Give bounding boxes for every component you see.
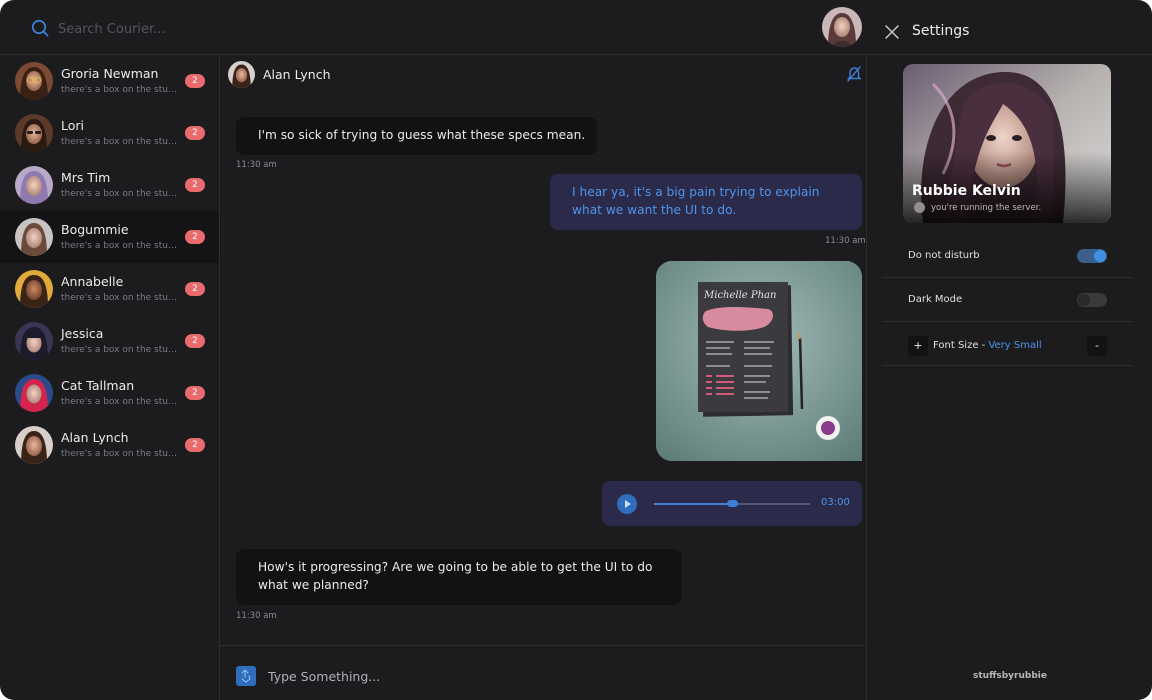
top-bar [0,0,868,55]
contact-item[interactable]: Jessica there's a box on the stuff... 2 [0,315,219,367]
contact-preview: there's a box on the stuff... [61,397,179,407]
audio-message: 03:00 [602,481,862,526]
setting-label: Dark Mode [908,294,963,305]
contact-avatar [15,114,53,152]
audio-progress-track[interactable] [654,500,810,507]
contact-item[interactable]: Mrs Tim there's a box on the stuff... 2 [0,159,219,211]
chat-contact-name: Alan Lynch [263,67,331,82]
image-message[interactable]: Michelle Phan [656,261,862,461]
contact-preview: there's a box on the stuff... [61,293,179,303]
contact-name: Annabelle [61,274,124,289]
setting-font-size: + Font Size - Very Small - [882,322,1133,366]
unread-badge: 2 [185,438,205,452]
messenger-app: Groria Newman there's a box on the stuff… [0,0,1152,700]
chat-contact-avatar[interactable] [228,61,255,88]
toggle-knob [1078,294,1090,306]
dark-mode-toggle[interactable] [1077,293,1107,307]
unread-badge: 2 [185,74,205,88]
contact-name: Bogummie [61,222,129,237]
contact-avatar [15,62,53,100]
contact-preview: there's a box on the stuff... [61,345,179,355]
contact-item[interactable]: Annabelle there's a box on the stuff... … [0,263,219,315]
do-not-disturb-toggle[interactable] [1077,249,1107,263]
brand-footer: stuffsbyrubbie [973,671,1047,681]
profile-card: Rubbie Kelvin you're running the server. [903,64,1111,223]
unread-badge: 2 [185,178,205,192]
unread-badge: 2 [185,282,205,296]
profile-status: you're running the server. [931,203,1042,213]
message-time: 11:30 am [236,160,277,170]
close-icon[interactable] [885,25,899,39]
font-size-text: Font Size - [933,340,989,351]
contact-name: Groria Newman [61,66,159,81]
toggle-knob [1094,250,1106,262]
contact-name: Cat Tallman [61,378,135,393]
message-time: 11:30 am [236,611,277,621]
message-composer [220,645,867,700]
incoming-message: I'm so sick of trying to guess what thes… [236,117,597,155]
contact-preview: there's a box on the stuff... [61,85,179,95]
contact-list: Groria Newman there's a box on the stuff… [0,55,220,700]
contact-preview: there's a box on the stuff... [61,189,179,199]
user-avatar[interactable] [822,7,862,47]
contact-avatar [15,270,53,308]
audio-scrubber[interactable] [727,500,738,507]
contact-avatar [15,426,53,464]
contact-name: Jessica [61,326,104,341]
message-input[interactable] [268,665,828,687]
chat-header: Alan Lynch [220,55,867,95]
profile-name: Rubbie Kelvin [912,183,1021,199]
font-size-value: Very Small [988,340,1042,351]
contact-item[interactable]: Groria Newman there's a box on the stuff… [0,55,219,107]
unread-badge: 2 [185,386,205,400]
contact-item-active[interactable]: Bogummie there's a box on the stuff... 2 [0,211,219,263]
play-icon[interactable] [617,494,637,514]
unread-badge: 2 [185,334,205,348]
contact-avatar [15,166,53,204]
contact-preview: there's a box on the stuff... [61,137,179,147]
resume-title: Michelle Phan [703,290,776,301]
unread-badge: 2 [185,230,205,244]
contact-item[interactable]: Lori there's a box on the stuff... 2 [0,107,219,159]
contact-preview: there's a box on the stuff... [61,449,179,459]
contact-avatar [15,218,53,256]
search-icon[interactable] [31,19,49,37]
font-size-increase-button[interactable]: + [908,336,928,356]
font-size-decrease-button[interactable]: - [1087,336,1107,356]
search-input[interactable] [58,18,358,40]
contact-name: Alan Lynch [61,430,129,445]
settings-header: Settings [868,0,1152,55]
settings-panel: Settings Rubbie Kelvin you're running th… [868,0,1152,700]
contact-item[interactable]: Alan Lynch there's a box on the stuff...… [0,419,219,471]
audio-progress-fill [654,503,732,505]
setting-label: Do not disturb [908,250,980,261]
message-time: 11:30 am [825,236,866,246]
outgoing-message: I hear ya, it's a big pain trying to exp… [550,174,862,230]
setting-dark-mode: Dark Mode [882,278,1133,322]
contact-avatar [15,374,53,412]
chat-panel: Alan Lynch I'm so sick of trying to gues… [220,55,867,700]
settings-title: Settings [912,23,970,39]
attach-icon[interactable] [236,666,256,686]
incoming-message: How's it progressing? Are we going to be… [236,549,682,605]
contact-preview: there's a box on the stuff... [61,241,179,251]
contact-name: Mrs Tim [61,170,111,185]
font-size-label: Font Size - Very Small [933,340,1042,351]
contact-name: Lori [61,118,85,133]
setting-do-not-disturb: Do not disturb [882,234,1133,278]
unread-badge: 2 [185,126,205,140]
audio-duration: 03:00 [821,497,850,508]
contact-avatar [15,322,53,360]
info-icon [914,202,925,213]
bell-off-icon[interactable] [846,65,862,83]
contact-item[interactable]: Cat Tallman there's a box on the stuff..… [0,367,219,419]
